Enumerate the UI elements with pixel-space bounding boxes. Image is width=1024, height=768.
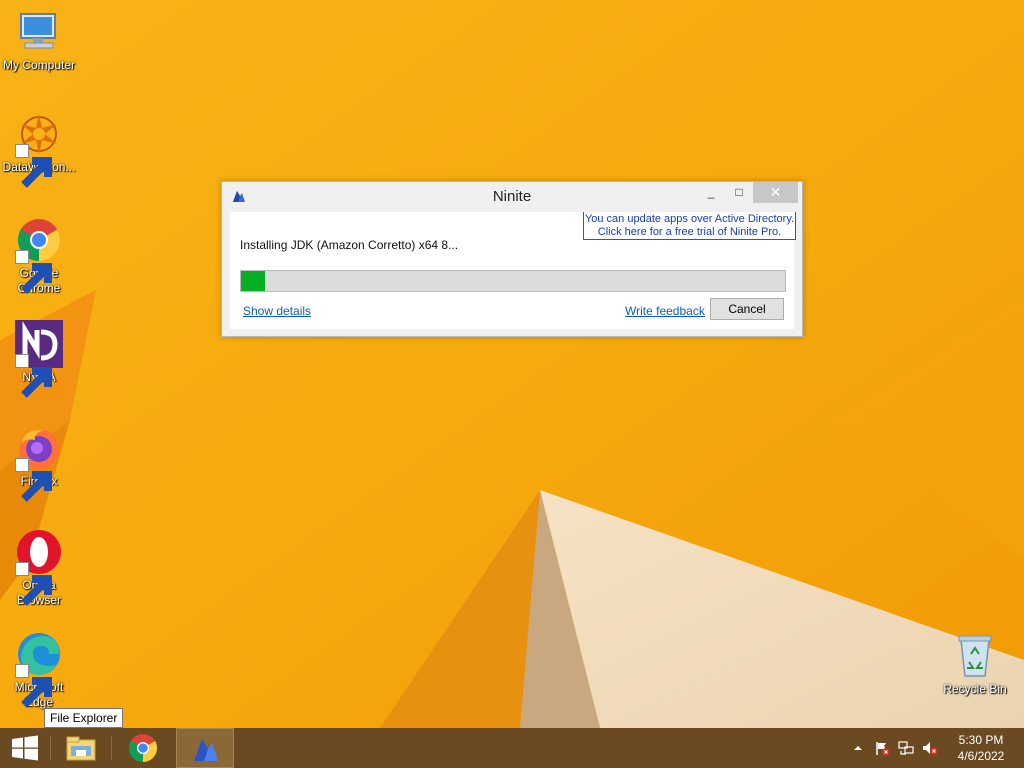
- shortcut-arrow-icon: [15, 250, 52, 294]
- ninite-title-bar[interactable]: Ninite _ □ ✕: [222, 182, 802, 212]
- shortcut-arrow-icon: [15, 664, 52, 708]
- desktop-icon-label: My Computer: [2, 58, 76, 72]
- computer-icon: [15, 8, 63, 56]
- chrome-icon: [128, 734, 158, 762]
- taskbar-chrome[interactable]: [114, 728, 172, 768]
- show-details-link[interactable]: Show details: [243, 304, 311, 318]
- shortcut-arrow-icon: [15, 354, 52, 398]
- desktop: My Computer DataWagon... Google Chrome N…: [0, 0, 1024, 728]
- taskbar-separator: [111, 736, 112, 760]
- desktop-icon-label: Recycle Bin: [943, 682, 1007, 696]
- progress-fill: [241, 271, 265, 291]
- file-explorer-icon: [66, 736, 96, 761]
- start-button[interactable]: [0, 728, 50, 768]
- shortcut-arrow-icon: [15, 144, 52, 188]
- install-progress-bar: [240, 270, 786, 292]
- wallpaper: [0, 0, 1024, 728]
- desktop-icon-google-chrome[interactable]: Google Chrome: [0, 216, 78, 296]
- opera-icon: [15, 528, 63, 606]
- shortcut-arrow-icon: [15, 458, 52, 502]
- desktop-icon-recycle-bin[interactable]: Recycle Bin: [936, 632, 1014, 697]
- desktop-icon-opera[interactable]: Opera Browser: [0, 528, 78, 608]
- close-button[interactable]: ✕: [753, 182, 798, 203]
- clock-time: 5:30 PM: [958, 733, 1004, 747]
- desktop-icon-my-computer[interactable]: My Computer: [0, 8, 78, 73]
- cancel-button[interactable]: Cancel: [710, 298, 784, 320]
- show-hidden-icons-icon[interactable]: [850, 740, 866, 756]
- clock[interactable]: 5:30 PM 4/6/2022: [946, 732, 1016, 764]
- windows-logo-icon: [12, 735, 38, 761]
- ad-line-2: Click here for a free trial of Ninite Pr…: [597, 226, 782, 238]
- clock-date: 4/6/2022: [957, 749, 1005, 763]
- desktop-icon-datawagon[interactable]: DataWagon...: [0, 110, 78, 188]
- chrome-icon: [15, 216, 63, 294]
- maximize-button[interactable]: □: [725, 182, 753, 203]
- volume-muted-icon[interactable]: [922, 740, 938, 756]
- taskbar-ninite[interactable]: [176, 728, 234, 768]
- desktop-icon-firefox[interactable]: Firefox: [0, 424, 78, 502]
- ad-line-1: You can update apps over Active Director…: [584, 213, 795, 225]
- datawagon-icon: [15, 110, 63, 188]
- minimize-button[interactable]: _: [697, 182, 725, 203]
- action-center-flag-icon[interactable]: [874, 740, 890, 756]
- network-icon[interactable]: [898, 740, 914, 756]
- ninite-content: You can update apps over Active Director…: [230, 212, 796, 329]
- install-status-text: Installing JDK (Amazon Corretto) x64 8..…: [240, 238, 459, 252]
- desktop-icon-microsoft-edge[interactable]: Microsoft Edge: [0, 630, 78, 710]
- shortcut-arrow-icon: [15, 562, 52, 606]
- nvda-icon: [15, 320, 63, 398]
- ninite-window: Ninite _ □ ✕ You can update apps over Ac…: [221, 181, 803, 337]
- taskbar: 5:30 PM 4/6/2022: [0, 728, 1024, 768]
- file-explorer-tooltip: File Explorer: [44, 708, 124, 728]
- ninite-icon: [194, 739, 218, 761]
- edge-icon: [15, 630, 63, 708]
- recycle-bin-icon: [951, 632, 999, 680]
- desktop-icon-nvda[interactable]: NVDA: [0, 320, 78, 398]
- write-feedback-link[interactable]: Write feedback: [625, 304, 705, 318]
- taskbar-separator: [50, 736, 51, 760]
- firefox-icon: [15, 424, 63, 502]
- taskbar-file-explorer[interactable]: [52, 728, 110, 768]
- ninite-pro-ad-link[interactable]: You can update apps over Active Director…: [583, 212, 796, 240]
